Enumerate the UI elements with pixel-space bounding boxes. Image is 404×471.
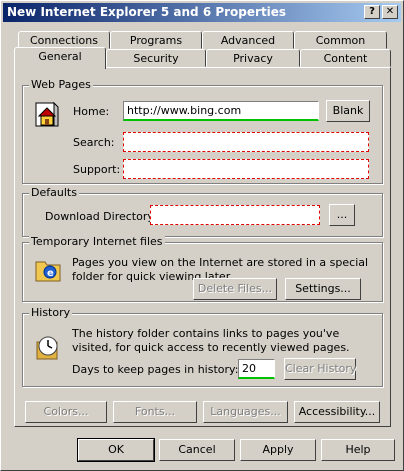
tab-programs[interactable]: Programs xyxy=(110,31,202,49)
delete-files-button[interactable]: Delete Files... xyxy=(193,278,277,300)
browse-download-button[interactable]: ... xyxy=(329,204,355,226)
tab-advanced[interactable]: Advanced xyxy=(202,31,294,49)
ok-button[interactable]: OK xyxy=(77,438,155,462)
history-group: History The history folder contains link… xyxy=(22,306,383,387)
help-button[interactable]: Help xyxy=(321,439,395,461)
download-directory-label: Download Directory: xyxy=(45,210,157,223)
tab-security[interactable]: Security xyxy=(106,49,206,67)
apply-button[interactable]: Apply xyxy=(240,439,316,461)
download-directory-input[interactable] xyxy=(150,205,320,225)
days-label: Days to keep pages in history: xyxy=(72,363,239,376)
properties-dialog: New Internet Explorer 5 and 6 Properties… xyxy=(0,0,404,471)
home-label: Home: xyxy=(73,105,110,118)
history-legend: History xyxy=(29,306,73,319)
close-title-button[interactable]: ✕ xyxy=(382,5,398,19)
settings-button[interactable]: Settings... xyxy=(285,278,361,300)
defaults-group: Defaults Download Directory: ... xyxy=(22,186,383,237)
history-clock-icon xyxy=(33,332,63,365)
languages-button[interactable]: Languages... xyxy=(203,401,288,423)
defaults-legend: Defaults xyxy=(29,186,79,199)
window-title: New Internet Explorer 5 and 6 Properties xyxy=(7,5,287,19)
temp-files-legend: Temporary Internet files xyxy=(29,235,165,248)
web-pages-group: Web Pages Home: Blank Search: Support: xyxy=(22,78,383,184)
home-page-icon xyxy=(33,98,61,131)
tab-general[interactable]: General xyxy=(14,47,106,69)
search-label: Search: xyxy=(73,136,115,149)
blank-button[interactable]: Blank xyxy=(326,100,370,122)
days-input[interactable] xyxy=(238,359,275,379)
folder-ie-icon: e xyxy=(34,256,64,287)
title-bar[interactable]: New Internet Explorer 5 and 6 Properties… xyxy=(3,3,401,22)
support-label: Support: xyxy=(73,163,121,176)
tab-common[interactable]: Common xyxy=(294,31,387,49)
colors-button[interactable]: Colors... xyxy=(25,401,107,423)
temp-files-group: Temporary Internet files e Pages you vie… xyxy=(22,235,383,302)
home-page-input[interactable] xyxy=(123,101,319,121)
search-page-input[interactable] xyxy=(123,132,369,152)
accessibility-button[interactable]: Accessibility... xyxy=(294,401,380,423)
help-title-button[interactable]: ? xyxy=(364,5,380,19)
svg-text:e: e xyxy=(47,268,54,279)
cancel-button[interactable]: Cancel xyxy=(159,439,235,461)
history-description: The history folder contains links to pag… xyxy=(72,327,350,354)
support-page-input[interactable] xyxy=(123,159,369,179)
fonts-button[interactable]: Fonts... xyxy=(113,401,197,423)
tab-content[interactable]: Content xyxy=(300,49,391,67)
clear-history-button[interactable]: Clear History xyxy=(284,358,356,380)
general-tab-panel: Web Pages Home: Blank Search: Support: D… xyxy=(14,67,391,427)
web-pages-legend: Web Pages xyxy=(29,78,93,91)
tab-privacy[interactable]: Privacy xyxy=(206,49,300,67)
